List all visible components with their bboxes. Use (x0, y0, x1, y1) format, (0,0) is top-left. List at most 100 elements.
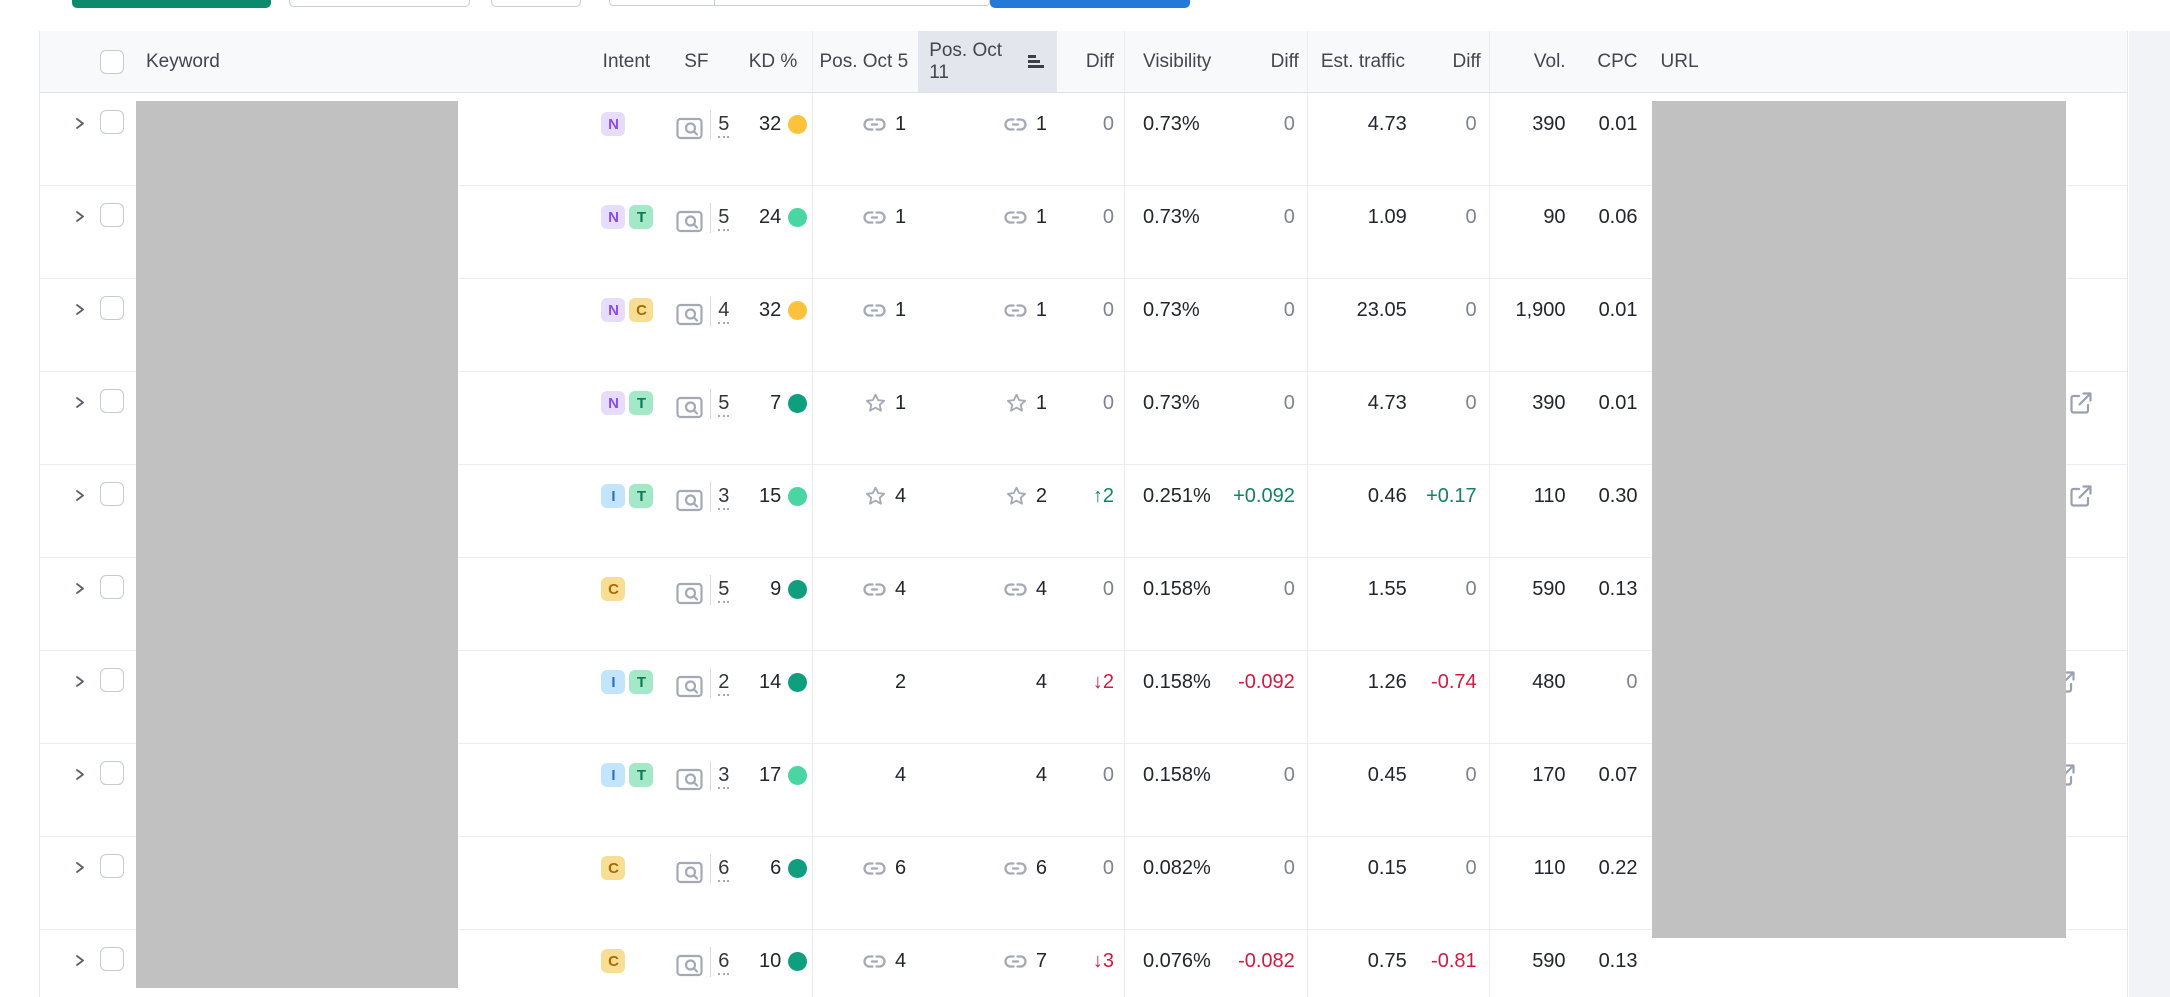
sf-count[interactable]: 5 (718, 113, 729, 138)
row-checkbox[interactable] (100, 668, 124, 692)
row-checkbox[interactable] (100, 296, 124, 320)
header-visibility[interactable]: Visibility (1125, 31, 1236, 92)
intent-cell: NT (595, 372, 657, 464)
header-diff-traffic[interactable]: Diff (1411, 31, 1490, 92)
serp-features-icon[interactable] (676, 675, 703, 698)
checkbox-cell (90, 465, 136, 557)
pos-diff-cell: 0 (1057, 186, 1125, 278)
expand-chevron-icon[interactable] (72, 116, 87, 131)
select-all-checkbox[interactable] (100, 50, 124, 74)
expand-chevron-icon[interactable] (72, 953, 87, 968)
expand-chevron-icon[interactable] (72, 488, 87, 503)
header-diff-pos[interactable]: Diff (1057, 31, 1125, 92)
expand-chevron-icon[interactable] (72, 302, 87, 317)
expand-chevron-icon[interactable] (72, 395, 87, 410)
sf-count[interactable]: 3 (718, 485, 729, 510)
header-diff-label: Diff (1453, 51, 1481, 73)
row-checkbox[interactable] (100, 761, 124, 785)
intent-cell: C (595, 930, 657, 997)
header-keyword[interactable]: Keyword (136, 31, 596, 92)
serp-features-icon[interactable] (676, 861, 703, 884)
header-pos-oct5[interactable]: Pos. Oct 5 (812, 31, 918, 92)
sf-count[interactable]: 5 (718, 578, 729, 603)
est-traffic-diff-value: 0 (1466, 764, 1477, 787)
expand-chevron-icon[interactable] (72, 674, 87, 689)
header-volume[interactable]: Vol. (1490, 31, 1577, 92)
row-checkbox[interactable] (100, 482, 124, 506)
serp-features-icon[interactable] (676, 396, 703, 419)
volume-cell: 390 (1490, 372, 1577, 464)
row-checkbox[interactable] (100, 389, 124, 413)
serp-features-icon[interactable] (676, 768, 703, 791)
header-est-traffic[interactable]: Est. traffic (1308, 31, 1411, 92)
expand-chevron-icon[interactable] (72, 767, 87, 782)
header-intent[interactable]: Intent (595, 31, 657, 92)
pos-diff-value: 0 (1103, 764, 1114, 787)
sf-count[interactable]: 3 (718, 764, 729, 789)
visibility-value: 0.73% (1143, 206, 1200, 229)
intent-badge-c: C (601, 856, 625, 880)
pos-diff-value: 0 (1103, 299, 1114, 322)
sort-descending-icon (1028, 53, 1047, 70)
expand-cell (40, 279, 90, 371)
row-checkbox[interactable] (100, 203, 124, 227)
selected-tab-indicator[interactable] (990, 0, 1190, 8)
serp-features-icon[interactable] (676, 582, 703, 605)
est-traffic-diff-cell: +0.17 (1411, 465, 1490, 557)
header-cpc[interactable]: CPC (1577, 31, 1649, 92)
row-checkbox[interactable] (100, 110, 124, 134)
sf-count[interactable]: 2 (718, 671, 729, 696)
visibility-diff-value: -0.082 (1238, 950, 1295, 973)
sf-count[interactable]: 5 (718, 206, 729, 231)
url-cell (1649, 930, 2128, 997)
pos-diff-cell: ↓2 (1057, 651, 1125, 743)
external-link-icon[interactable] (2068, 483, 2094, 509)
row-checkbox[interactable] (100, 854, 124, 878)
pos-oct11-value: 4 (1036, 764, 1047, 787)
sf-count[interactable]: 5 (718, 392, 729, 417)
visibility-cell: 0.158% (1125, 744, 1236, 836)
sf-count[interactable]: 6 (718, 950, 729, 975)
header-diff-visibility[interactable]: Diff (1236, 31, 1308, 92)
visibility-diff-cell: 0 (1236, 372, 1308, 464)
visibility-cell: 0.082% (1125, 837, 1236, 929)
toolbar-segmented-control[interactable] (609, 0, 990, 6)
serp-features-icon[interactable] (676, 117, 703, 140)
intent-cell: IT (595, 744, 657, 836)
sf-count[interactable]: 4 (718, 299, 729, 324)
intent-badge-c: C (601, 949, 625, 973)
expand-chevron-icon[interactable] (72, 860, 87, 875)
header-sf[interactable]: SF (657, 31, 735, 92)
sf-count[interactable]: 6 (718, 857, 729, 882)
toolbar-button[interactable] (491, 0, 581, 7)
header-checkbox-cell (90, 31, 136, 92)
expand-cell (40, 558, 90, 650)
visibility-cell: 0.73% (1125, 93, 1236, 185)
header-sf-label: SF (684, 51, 708, 73)
primary-action-button[interactable] (72, 0, 271, 8)
expand-chevron-icon[interactable] (72, 209, 87, 224)
link-icon (1003, 861, 1028, 876)
est-traffic-cell: 0.46 (1308, 465, 1411, 557)
header-url[interactable]: URL (1649, 31, 2128, 92)
header-pos-oct11-sorted[interactable]: Pos. Oct 11 (918, 31, 1057, 92)
pos-oct11-cell: 7 (918, 930, 1057, 997)
external-link-icon[interactable] (2068, 390, 2094, 416)
expand-chevron-icon[interactable] (72, 581, 87, 596)
serp-features-icon[interactable] (676, 303, 703, 326)
header-kd[interactable]: KD % (735, 31, 812, 92)
serp-features-icon[interactable] (676, 954, 703, 977)
est-traffic-diff-value: 0 (1466, 578, 1477, 601)
serp-features-icon[interactable] (676, 210, 703, 233)
row-checkbox[interactable] (100, 575, 124, 599)
pos-oct11-cell: 2 (918, 465, 1057, 557)
toolbar-button[interactable] (289, 0, 470, 7)
row-checkbox[interactable] (100, 947, 124, 971)
header-diff-label: Diff (1086, 51, 1114, 73)
checkbox-cell (90, 558, 136, 650)
kd-cell: 9 (735, 558, 812, 650)
serp-features-icon[interactable] (676, 489, 703, 512)
pos-oct5-cell: 6 (812, 837, 918, 929)
keyword-column-redaction (136, 101, 458, 988)
est-traffic-diff-cell: 0 (1411, 279, 1490, 371)
